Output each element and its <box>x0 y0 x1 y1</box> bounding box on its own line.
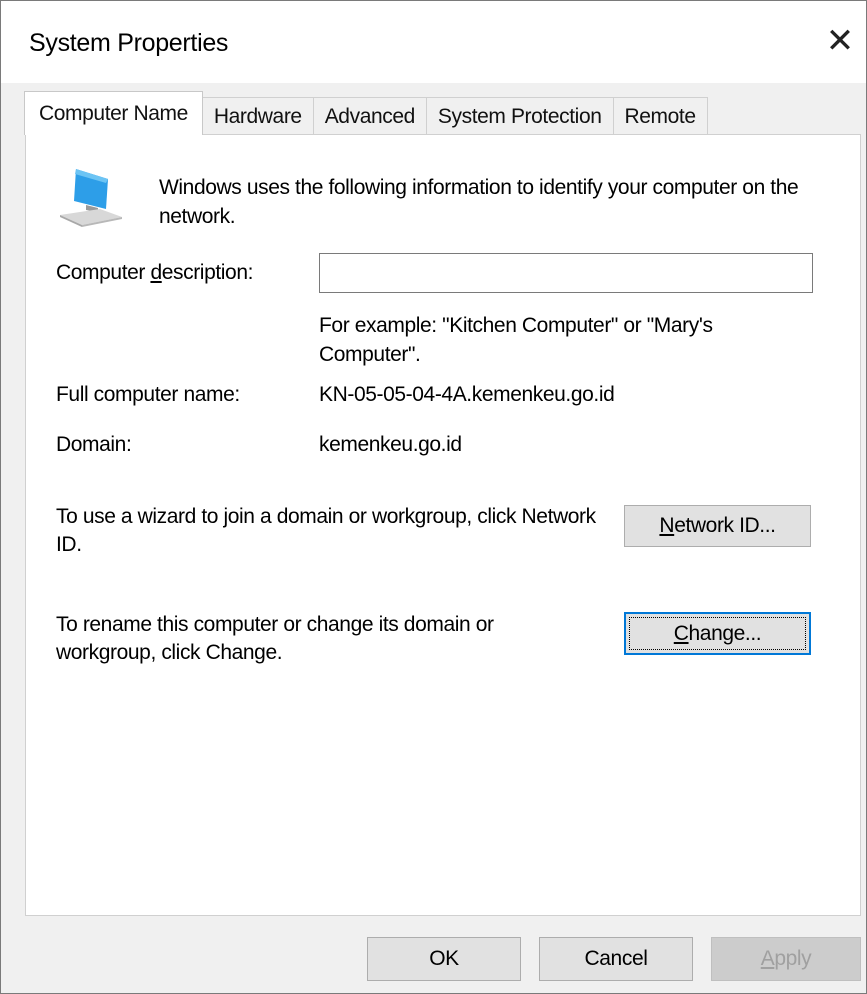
close-icon[interactable]: ✕ <box>820 21 860 61</box>
apply-button[interactable]: Apply <box>711 937 861 981</box>
system-properties-window: System Properties ✕ Computer Name Hardwa… <box>0 0 867 994</box>
computer-description-label: Computer description: <box>56 261 254 284</box>
cancel-button[interactable]: Cancel <box>539 937 693 981</box>
tab-advanced[interactable]: Advanced <box>312 97 427 135</box>
computer-description-input[interactable] <box>319 253 813 293</box>
computer-monitor-icon <box>60 169 122 227</box>
computer-name-panel: Windows uses the following information t… <box>25 134 861 916</box>
change-description: To rename this computer or change its do… <box>56 613 494 664</box>
network-id-button[interactable]: Network ID... <box>624 505 811 547</box>
title-bar: System Properties ✕ <box>1 1 866 83</box>
tab-remote[interactable]: Remote <box>612 97 708 135</box>
tab-computer-name[interactable]: Computer Name <box>24 91 203 135</box>
description-example-text: For example: "Kitchen Computer" or "Mary… <box>319 314 713 366</box>
network-id-description: To use a wizard to join a domain or work… <box>56 505 596 556</box>
ok-button[interactable]: OK <box>367 937 521 981</box>
domain-value: kemenkeu.go.id <box>319 433 462 456</box>
domain-label: Domain: <box>56 433 132 456</box>
tab-hardware[interactable]: Hardware <box>201 97 314 135</box>
tab-system-protection[interactable]: System Protection <box>425 97 614 135</box>
change-button[interactable]: Change... <box>624 612 811 655</box>
intro-text: Windows uses the following information t… <box>159 176 799 228</box>
full-computer-name-value: KN-05-05-04-4A.kemenkeu.go.id <box>319 383 615 406</box>
window-title: System Properties <box>29 29 229 57</box>
tab-strip: Computer Name Hardware Advanced System P… <box>24 91 708 135</box>
full-computer-name-label: Full computer name: <box>56 383 240 406</box>
